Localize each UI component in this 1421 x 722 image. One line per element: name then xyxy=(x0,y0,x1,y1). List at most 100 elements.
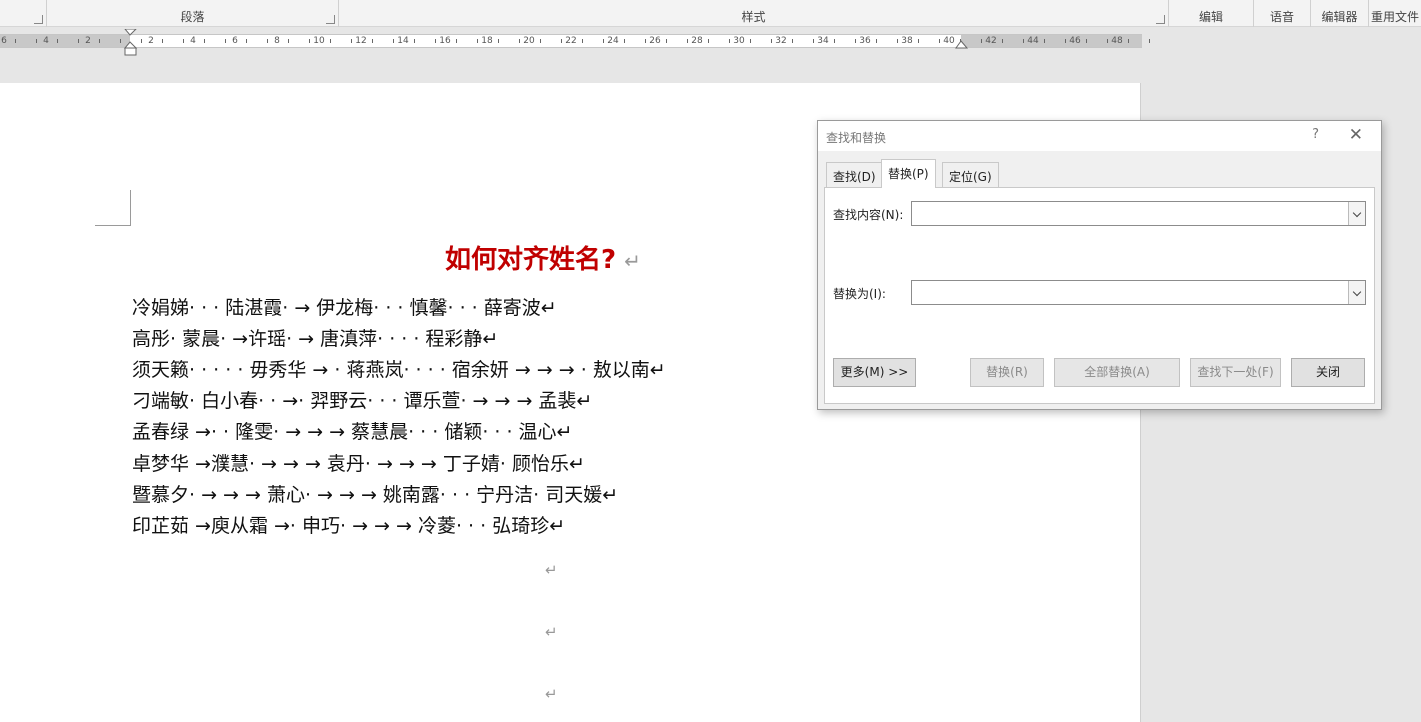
ruler-minor-tick xyxy=(182,39,184,43)
replace-with-combobox[interactable] xyxy=(911,280,1366,305)
ruler-minor-tick xyxy=(938,39,940,43)
ruler-minor-tick xyxy=(917,39,919,43)
paragraph-dialog-launcher-icon[interactable] xyxy=(326,15,335,24)
ruler-minor-tick xyxy=(476,39,478,43)
more-button[interactable]: 更多(M) >> xyxy=(833,358,916,387)
ruler-minor-tick xyxy=(329,39,331,43)
ruler-minor-tick xyxy=(665,39,667,43)
name-line-8[interactable]: 印芷茹 →庾从霜 →· 申巧· → → → 冷菱· · · 弘琦珍↵ xyxy=(132,511,565,538)
find-what-combobox[interactable] xyxy=(911,201,1366,226)
ruler-tick-label: 14 xyxy=(397,36,409,46)
ruler-minor-tick xyxy=(749,39,751,43)
ruler-tick-label: 20 xyxy=(523,36,535,46)
name-line-2[interactable]: 高彤· 蒙晨· →许瑶· → 唐滇萍· · · · 程彩静↵ xyxy=(132,324,498,351)
replace-all-button[interactable]: 全部替换(A) xyxy=(1054,358,1180,387)
ruler-tick-label: 10 xyxy=(313,36,325,46)
help-icon[interactable]: ? xyxy=(1312,127,1319,142)
ruler-minor-tick xyxy=(98,39,100,43)
empty-paragraph-mark-icon[interactable]: ↵ xyxy=(545,561,558,579)
document-title[interactable]: 如何对齐姓名? ↵ xyxy=(445,239,641,276)
name-line-5[interactable]: 孟春绿 →· · 隆雯· → → → 蔡慧晨· · · 储颖· · · 温心↵ xyxy=(132,417,572,444)
name-line-4[interactable]: 刁端敏· 白小春· · →· 羿野云· · · 谭乐萱· → → → 孟裴↵ xyxy=(132,386,592,413)
ruler-tick-label: 28 xyxy=(691,36,703,46)
ribbon-group-editor[interactable]: 编辑器 xyxy=(1311,0,1369,27)
ruler-minor-tick xyxy=(119,39,121,43)
replace-tab-panel: 查找内容(N): 替换为(I): 更多(M) >> 替换(R) 全部替换(A) … xyxy=(824,187,1375,404)
ruler-left-margin xyxy=(0,35,130,47)
dialog-titlebar[interactable]: 查找和替换 ? ✕ xyxy=(818,121,1381,151)
name-line-7[interactable]: 暨慕夕· → → → 萧心· → → → 姚南露· · · 宁丹洁· 司天媛↵ xyxy=(132,480,618,507)
first-line-indent-marker-icon[interactable] xyxy=(124,29,138,57)
empty-paragraph-mark-icon[interactable]: ↵ xyxy=(545,623,558,641)
ruler-minor-tick xyxy=(434,39,436,43)
ribbon-group-font xyxy=(0,0,47,27)
ruler-minor-tick xyxy=(413,39,415,43)
name-line-6[interactable]: 卓梦华 →濮慧· → → → 袁丹· → → → 丁子婧· 顾怡乐↵ xyxy=(132,449,585,476)
ruler-tick-label: 32 xyxy=(775,36,787,46)
ruler-minor-tick xyxy=(707,39,709,43)
ribbon-group-paragraph: 段落 xyxy=(47,0,339,27)
tab-replace[interactable]: 替换(P) xyxy=(881,159,936,188)
ruler-minor-tick xyxy=(812,39,814,43)
ruler-minor-tick xyxy=(581,39,583,43)
empty-paragraph-mark-icon[interactable]: ↵ xyxy=(545,685,558,703)
chevron-down-icon[interactable] xyxy=(1348,202,1365,225)
find-next-button[interactable]: 查找下一处(F) xyxy=(1190,358,1281,387)
name-line-1[interactable]: 冷娟娣· · · 陆湛霞· → 伊龙梅· · · 慎馨· · · 薛寄波↵ xyxy=(132,293,557,320)
horizontal-ruler[interactable]: 6 4 2 2 4 6 8 10 12 14 16 18 20 22 24 26 28 30 32 34 36 38 40 4… xyxy=(0,34,1150,48)
ruler-minor-tick xyxy=(644,39,646,43)
ruler-minor-tick xyxy=(1148,39,1150,43)
ruler-minor-tick xyxy=(770,39,772,43)
ruler-minor-tick xyxy=(392,39,394,43)
ruler-minor-tick xyxy=(854,39,856,43)
find-what-label: 查找内容(N): xyxy=(833,208,904,222)
ruler-tick-label: 6 xyxy=(1,36,7,46)
ruler-tick-label: 2 xyxy=(85,36,91,46)
ruler-tick-label: 22 xyxy=(565,36,577,46)
ruler-minor-tick xyxy=(140,39,142,43)
dialog-title: 查找和替换 xyxy=(826,131,887,145)
right-indent-marker-icon[interactable] xyxy=(955,40,969,52)
ribbon-group-label-editor: 编辑器 xyxy=(1321,10,1358,24)
tab-goto[interactable]: 定位(G) xyxy=(942,162,999,187)
ruler-minor-tick xyxy=(896,39,898,43)
ribbon-group-voice[interactable]: 语音 xyxy=(1254,0,1311,27)
ruler-tick-label: 46 xyxy=(1069,36,1081,46)
ruler-minor-tick xyxy=(77,39,79,43)
ribbon-group-styles: 样式 xyxy=(339,0,1169,27)
ruler-minor-tick xyxy=(308,39,310,43)
ruler-minor-tick xyxy=(602,39,604,43)
ruler-tick-label: 38 xyxy=(901,36,913,46)
ruler-tick-label: 8 xyxy=(274,36,280,46)
ribbon-group-editing[interactable]: 编辑 xyxy=(1169,0,1254,27)
name-line-3[interactable]: 须天籁· · · · · 毋秀华 → · 蒋燕岚· · · · 宿余妍 → → … xyxy=(132,355,666,382)
close-icon[interactable]: ✕ xyxy=(1349,125,1363,145)
ruler-minor-tick xyxy=(161,39,163,43)
find-replace-dialog: 查找和替换 ? ✕ 查找(D) 替换(P) 定位(G) 查找内容(N): 替换为… xyxy=(817,120,1382,410)
ruler-tick-label: 48 xyxy=(1111,36,1123,46)
ribbon-group-bar: 段落 样式 编辑 语音 编辑器 重用文件 xyxy=(0,0,1421,27)
tab-find[interactable]: 查找(D) xyxy=(826,162,883,187)
ruler-minor-tick xyxy=(56,39,58,43)
ruler-minor-tick xyxy=(791,39,793,43)
ruler-minor-tick xyxy=(371,39,373,43)
styles-dialog-launcher-icon[interactable] xyxy=(1156,15,1165,24)
ruler-tick-label: 2 xyxy=(148,36,154,46)
ribbon-group-label-paragraph: 段落 xyxy=(180,10,205,24)
font-dialog-launcher-icon[interactable] xyxy=(34,15,43,24)
ruler-minor-tick xyxy=(1001,39,1003,43)
ruler-minor-tick xyxy=(1043,39,1045,43)
close-button[interactable]: 关闭 xyxy=(1291,358,1365,387)
ruler-minor-tick xyxy=(560,39,562,43)
ruler-minor-tick xyxy=(287,39,289,43)
chevron-down-icon[interactable] xyxy=(1348,281,1365,304)
replace-button[interactable]: 替换(R) xyxy=(970,358,1044,387)
ruler-minor-tick xyxy=(1106,39,1108,43)
ruler-minor-tick xyxy=(623,39,625,43)
ribbon-group-reuse-files[interactable]: 重用文件 xyxy=(1369,0,1421,27)
ruler-tick-label: 30 xyxy=(733,36,745,46)
ruler-minor-tick xyxy=(875,39,877,43)
ruler-minor-tick xyxy=(35,39,37,43)
ruler-tick-label: 12 xyxy=(355,36,367,46)
document-title-text: 如何对齐姓名? xyxy=(445,245,617,275)
